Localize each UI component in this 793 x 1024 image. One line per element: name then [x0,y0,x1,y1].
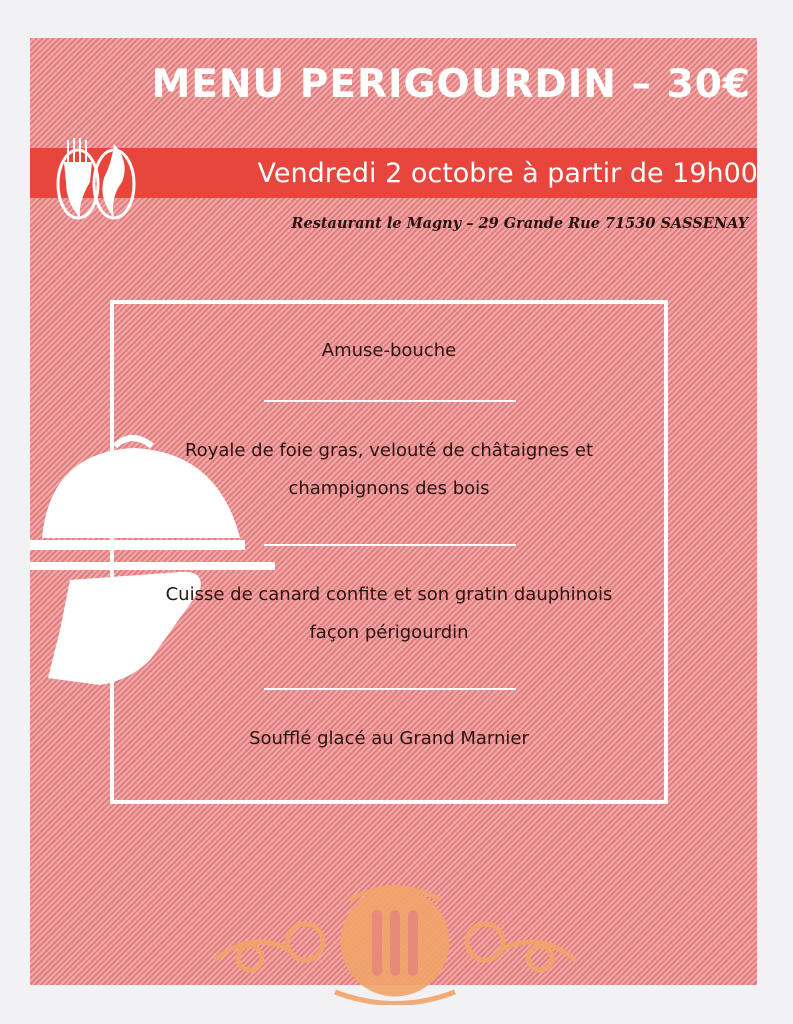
menu-title: MENU PERIGOURDIN – 30€ [151,62,751,107]
separator [264,400,516,402]
menu-item-line: Amuse-bouche [321,340,457,361]
menu-item-line: champignons des bois [288,478,490,499]
menu-item-line: façon périgourdin [309,622,469,643]
separator [264,688,516,690]
menu-item-entree: Royale de foie gras, velouté de châtaign… [114,432,664,508]
menu-box: Amuse-bouche Royale de foie gras, velout… [110,300,668,804]
restaurant-logo-icon [213,885,577,1005]
menu-item-plat: Cuisse de canard confite et son gratin d… [114,576,664,652]
menu-item-amuse-bouche: Amuse-bouche [114,332,664,370]
fork-spoon-icon [56,138,136,220]
menu-item-line: Soufflé glacé au Grand Marnier [249,728,529,749]
separator [264,544,516,546]
event-date: Vendredi 2 octobre à partir de 19h00 [257,158,759,189]
menu-item-line: Cuisse de canard confite et son gratin d… [165,584,613,605]
restaurant-address: Restaurant le Magny – 29 Grande Rue 7153… [291,215,748,232]
menu-item-line: Royale de foie gras, velouté de châtaign… [184,440,594,461]
menu-item-dessert: Soufflé glacé au Grand Marnier [114,720,664,758]
